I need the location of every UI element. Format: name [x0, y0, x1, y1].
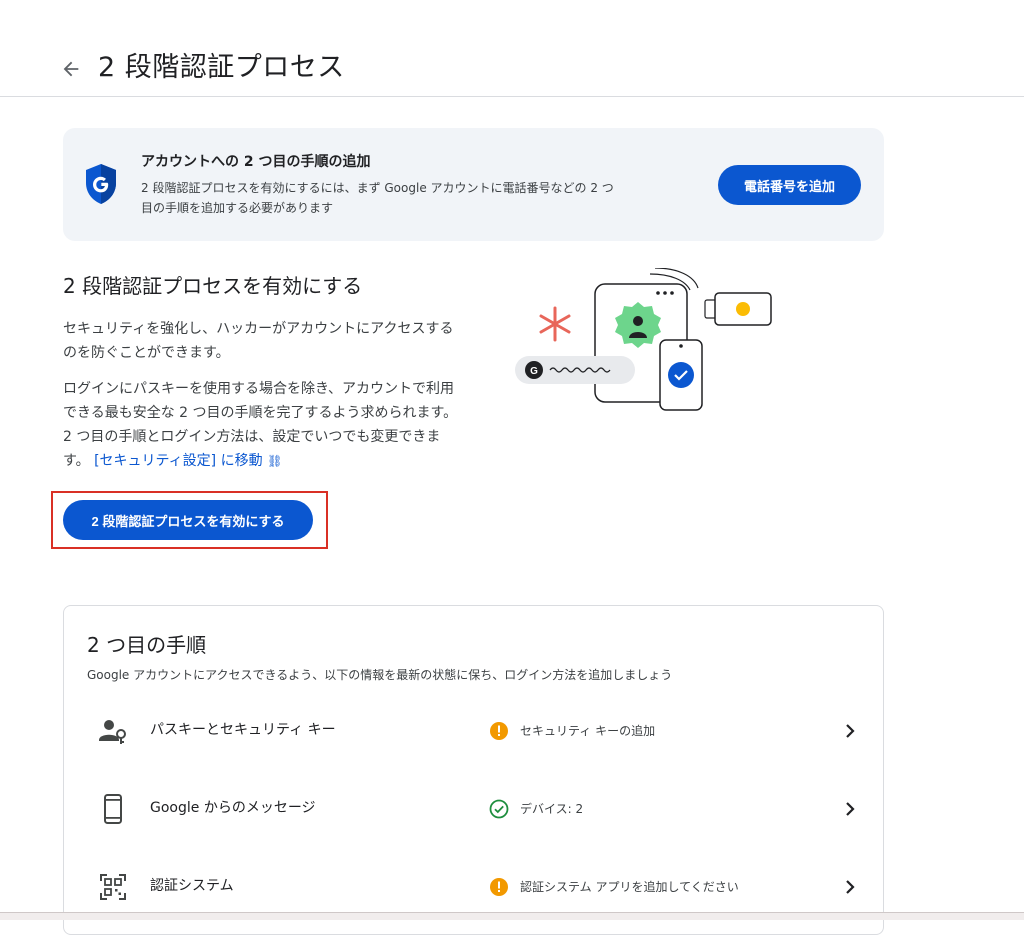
- enable-description-1: セキュリティを強化し、ハッカーがアカウントにアクセスするのを防ぐことができます。: [63, 321, 454, 361]
- google-shield-icon: [86, 164, 116, 204]
- enable-description-2: ログインにパスキーを使用する場合を除き、アカウントで利用できる最も安全な 2 つ…: [63, 377, 463, 473]
- check-circle-icon: [668, 362, 694, 388]
- person-key-icon: [99, 720, 126, 744]
- chevron-right-icon[interactable]: [840, 721, 860, 741]
- phone-icon: [104, 794, 122, 824]
- check-circle-icon: [489, 799, 509, 819]
- warning-icon: [490, 722, 508, 740]
- step-row-authenticator[interactable]: 認証システム 認証システム アプリを追加してください: [64, 858, 885, 918]
- steps-title: 2 つ目の手順: [87, 633, 207, 657]
- step-row-google-prompts[interactable]: Google からのメッセージ デバイス: 2: [64, 780, 885, 840]
- step-status: セキュリティ キーの追加: [520, 724, 656, 738]
- step-status: デバイス: 2: [520, 802, 584, 816]
- link-icon: ⛓: [267, 454, 283, 468]
- step-label: パスキーとセキュリティ キー: [150, 722, 336, 738]
- step-row-passkey[interactable]: パスキーとセキュリティ キー セキュリティ キーの追加: [64, 702, 885, 762]
- page-header: 2 段階認証プロセス: [0, 0, 1024, 97]
- arrow-left-icon[interactable]: [60, 58, 82, 80]
- two-step-illustration: G: [515, 268, 772, 411]
- chevron-right-icon[interactable]: [840, 799, 860, 819]
- asterisk-icon: [539, 306, 571, 342]
- second-steps-card: 2 つ目の手順 Google アカウントにアクセスできるよう、以下の情報を最新の…: [63, 605, 884, 935]
- security-settings-link[interactable]: [セキュリティ設定] に移動 ⛓: [94, 453, 282, 469]
- add-phone-number-button[interactable]: 電話番号を追加: [718, 165, 861, 205]
- qr-code-icon: [100, 874, 126, 900]
- svg-text:G: G: [530, 366, 538, 377]
- steps-subtitle: Google アカウントにアクセスできるよう、以下の情報を最新の状態に保ち、ログ…: [87, 668, 673, 682]
- enable-two-step-button[interactable]: 2 段階認証プロセスを有効にする: [63, 500, 313, 540]
- security-settings-link-text[interactable]: [セキュリティ設定] に移動: [94, 453, 263, 469]
- banner-text: 2 段階認証プロセスを有効にするには、まず Google アカウントに電話番号な…: [141, 181, 614, 215]
- enable-section-title: 2 段階認証プロセスを有効にする: [63, 274, 363, 298]
- step-status: 認証システム アプリを追加してください: [520, 880, 739, 894]
- add-second-step-banner: アカウントへの 2 つ目の手順の追加 2 段階認証プロセスを有効にするには、まず…: [63, 128, 884, 241]
- chevron-right-icon[interactable]: [840, 877, 860, 897]
- step-label: 認証システム: [150, 878, 234, 894]
- step-label: Google からのメッセージ: [150, 800, 316, 816]
- warning-icon: [490, 878, 508, 896]
- banner-title: アカウントへの 2 つ目の手順の追加: [141, 154, 371, 170]
- page-title: 2 段階認証プロセス: [98, 52, 345, 83]
